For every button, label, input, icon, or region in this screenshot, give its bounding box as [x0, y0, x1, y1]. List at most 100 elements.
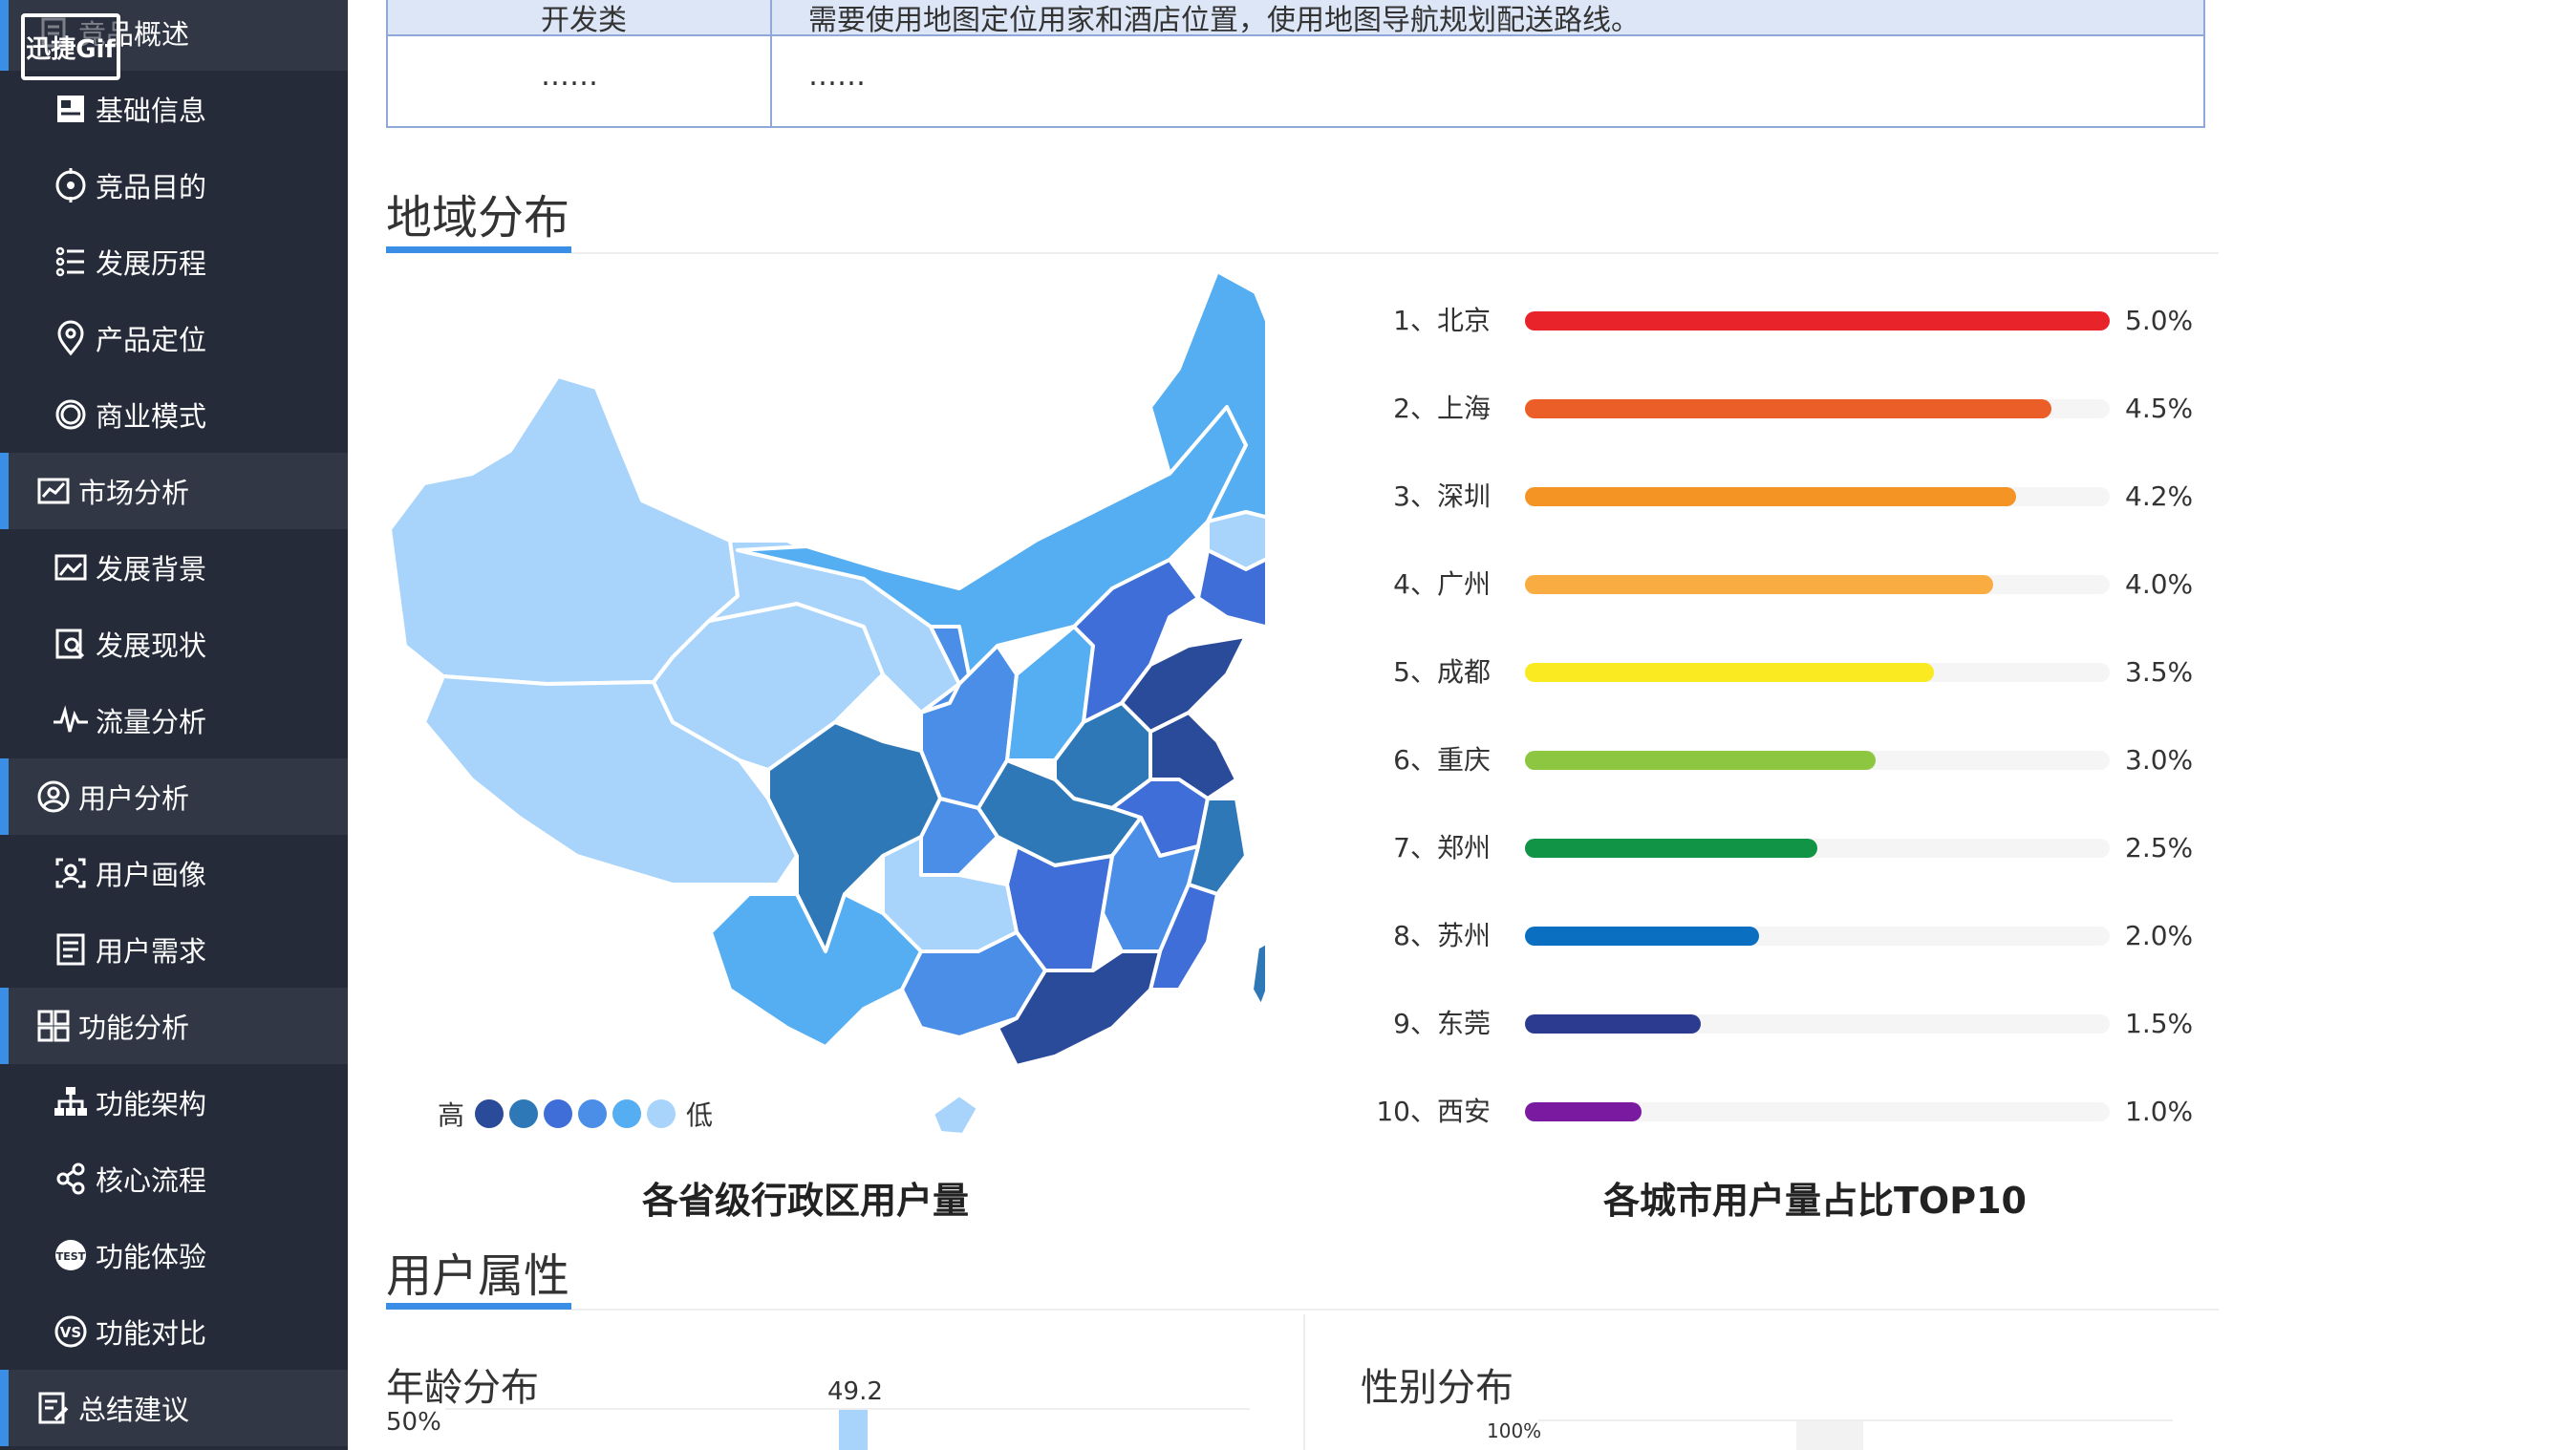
timeline-icon	[52, 243, 90, 281]
gender-bar[interactable]	[1796, 1421, 1863, 1450]
sidebar-item-label: 核心流程	[96, 1164, 207, 1197]
ranking-bar-track	[1525, 839, 2110, 858]
sidebar-item-label: 功能对比	[96, 1317, 207, 1350]
ranking-bar-track	[1525, 1014, 2110, 1034]
sidebar-item-6[interactable]: 商业模式	[0, 376, 348, 453]
sidebar-item-17[interactable]: TEST 功能体验	[0, 1217, 348, 1293]
sidebar-item-label: 流量分析	[96, 706, 207, 738]
grid-icon	[34, 1007, 73, 1045]
gif-watermark-badge: 迅捷Gif	[21, 13, 120, 80]
ranking-row: 2、上海 4.5%	[1376, 390, 2198, 428]
ranking-bar[interactable]	[1525, 751, 1877, 770]
svg-text:VS: VS	[60, 1324, 81, 1341]
ranking-caption: 各城市用户量占比TOP10	[1603, 1180, 2027, 1222]
china-province-map[interactable]	[386, 264, 1265, 1142]
ranking-city-label: 9、东莞	[1393, 1008, 1491, 1039]
ranking-bar[interactable]	[1525, 663, 1935, 682]
requirements-table: 开发类 需要使用地图定位用家和酒店位置，使用地图导航规划配送路线。 …… ……	[386, 0, 2205, 128]
table-cell: ……	[808, 59, 866, 93]
svg-text:TEST: TEST	[56, 1250, 86, 1263]
legend-swatch-6	[647, 1099, 676, 1128]
ranking-city-label: 4、广州	[1393, 568, 1491, 600]
ranking-city-label: 6、重庆	[1393, 744, 1491, 776]
vs-icon: VS	[52, 1312, 90, 1351]
ranking-bar[interactable]	[1525, 1102, 1642, 1121]
table-cell: 开发类	[541, 4, 627, 36]
sidebar-item-2[interactable]: 基础信息	[0, 71, 348, 147]
ranking-bar[interactable]	[1525, 487, 2017, 506]
legend-dots	[472, 1099, 678, 1128]
sidebar-item-label: 用户分析	[78, 782, 190, 815]
age-bar-value-label: 49.2	[827, 1377, 883, 1406]
test-badge-icon: TEST	[52, 1236, 90, 1274]
sidebar-item-label: 产品定位	[96, 324, 207, 356]
ranking-value-label: 4.0%	[2125, 568, 2194, 600]
sidebar-item-12[interactable]: 用户画像	[0, 835, 348, 911]
legend-swatch-3	[544, 1099, 573, 1128]
sidebar-item-19[interactable]: 总结建议	[0, 1370, 348, 1446]
ranking-bar[interactable]	[1525, 839, 1817, 858]
ranking-city-label: 1、北京	[1393, 305, 1491, 336]
ranking-bar[interactable]	[1525, 927, 1759, 946]
sidebar-item-14[interactable]: 功能分析	[0, 988, 348, 1064]
ranking-city-label: 8、苏州	[1393, 920, 1491, 951]
flow-icon	[52, 1160, 90, 1198]
sidebar-item-label: 竞品目的	[96, 171, 207, 203]
sidebar-item-16[interactable]: 核心流程	[0, 1141, 348, 1217]
sidebar-item-18[interactable]: VS 功能对比	[0, 1293, 348, 1370]
ranking-row: 6、重庆 3.0%	[1376, 741, 2198, 779]
ranking-bar-track	[1525, 311, 2110, 331]
ranking-value-label: 3.5%	[2125, 656, 2194, 688]
legend-swatch-2	[509, 1099, 539, 1128]
ranking-value-label: 5.0%	[2125, 305, 2194, 336]
ranking-bar-track	[1525, 751, 2110, 770]
target-icon	[52, 166, 90, 204]
hierarchy-icon	[52, 1083, 90, 1121]
sidebar-item-3[interactable]: 竞品目的	[0, 147, 348, 224]
sidebar-item-13[interactable]: 用户需求	[0, 911, 348, 988]
sidebar-item-label: 基础信息	[96, 95, 207, 127]
ranking-bar[interactable]	[1525, 1014, 1701, 1034]
sidebar-item-8[interactable]: 发展背景	[0, 529, 348, 606]
ranking-row: 4、广州 4.0%	[1376, 565, 2198, 604]
ring-icon	[52, 395, 90, 434]
ranking-bar-track	[1525, 487, 2110, 506]
map-caption: 各省级行政区用户量	[642, 1180, 970, 1222]
ranking-city-label: 10、西安	[1376, 1096, 1491, 1127]
ranking-value-label: 4.5%	[2125, 393, 2194, 424]
ranking-bar[interactable]	[1525, 575, 1993, 594]
ranking-bar[interactable]	[1525, 311, 2110, 331]
ranking-row: 10、西安 1.0%	[1376, 1093, 2198, 1131]
sidebar-item-9[interactable]: 发展现状	[0, 606, 348, 682]
sidebar-item-7[interactable]: 市场分析	[0, 453, 348, 529]
pulse-icon	[52, 701, 90, 739]
ranking-bar-track	[1525, 1102, 2110, 1121]
ranking-bar-track	[1525, 399, 2110, 418]
table-cell: 需要使用地图定位用家和酒店位置，使用地图导航规划配送路线。	[808, 4, 1640, 36]
sidebar-item-label: 用户画像	[96, 859, 207, 891]
gender-distribution-title: 性别分布	[1361, 1366, 1513, 1410]
sidebar-item-15[interactable]: 功能架构	[0, 1064, 348, 1141]
sidebar-item-4[interactable]: 发展历程	[0, 224, 348, 300]
section-divider	[571, 252, 2219, 254]
legend-swatch-5	[612, 1099, 642, 1128]
ranking-value-label: 4.2%	[2125, 480, 2194, 512]
legend-swatch-4	[578, 1099, 608, 1128]
ranking-bar[interactable]	[1525, 399, 2051, 418]
ranking-bar-track	[1525, 927, 2110, 946]
sidebar-item-11[interactable]: 用户分析	[0, 758, 348, 835]
legend-high-label: 高	[438, 1099, 465, 1131]
ranking-value-label: 1.0%	[2125, 1096, 2194, 1127]
sidebar-item-10[interactable]: 流量分析	[0, 682, 348, 758]
age-bar[interactable]	[839, 1410, 868, 1450]
sidebar-item-label: 商业模式	[96, 400, 207, 433]
sidebar-item-5[interactable]: 产品定位	[0, 300, 348, 376]
sidebar-item-label: 功能体验	[96, 1241, 207, 1273]
sidebar: 竞品概述 基础信息 竞品目的 发展历程 产品定位 商业模式 市场分析 发展背景 发展现状 流量分析…	[0, 0, 348, 1450]
sidebar-item-label: 市场分析	[78, 477, 190, 509]
ranking-bar-track	[1525, 575, 2110, 594]
age-distribution-title: 年龄分布	[386, 1366, 539, 1410]
column-divider	[1303, 1314, 1305, 1450]
ranking-bar-track	[1525, 663, 2110, 682]
ranking-city-label: 7、郑州	[1393, 832, 1491, 864]
